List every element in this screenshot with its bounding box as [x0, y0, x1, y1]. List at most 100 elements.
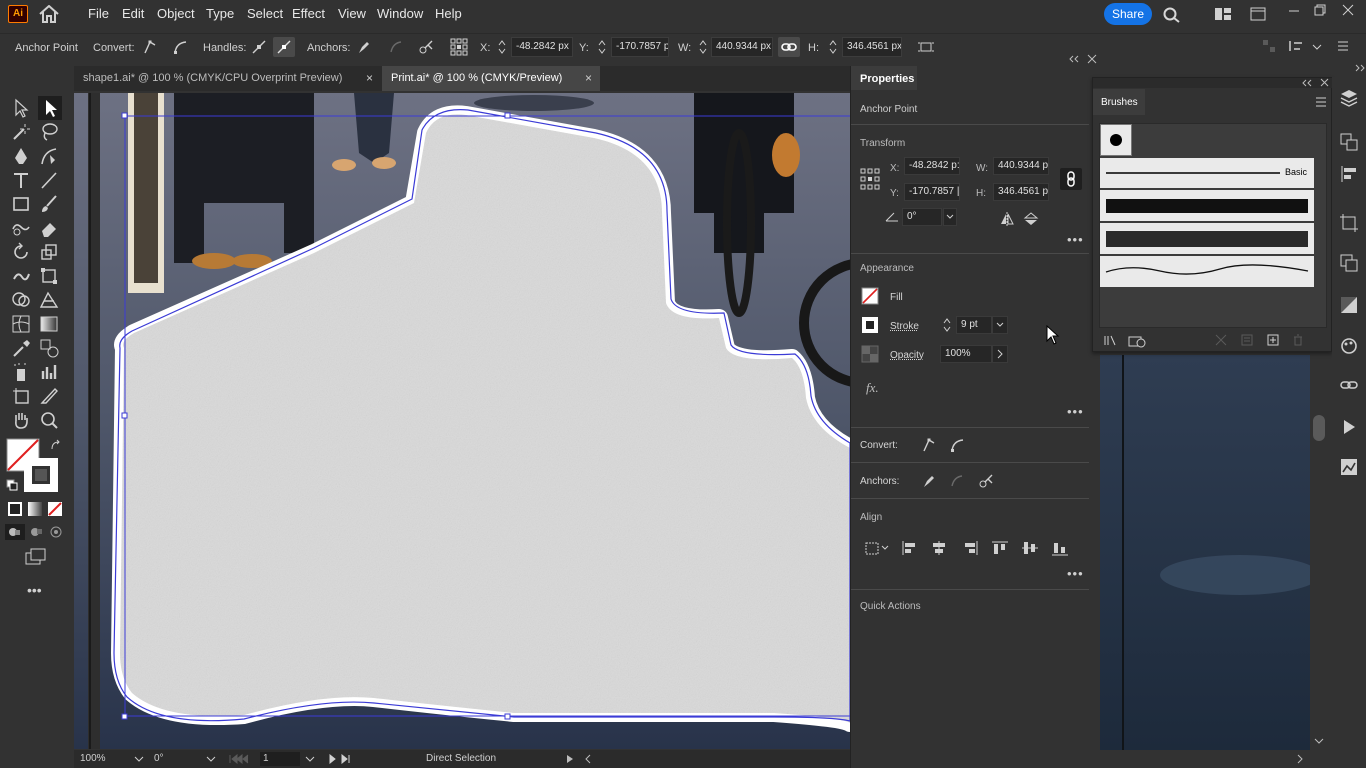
rotation-chevron-down-icon[interactable] [206, 755, 216, 763]
selection-tool-icon[interactable] [10, 97, 32, 119]
w-field[interactable]: 440.9344 px [711, 37, 773, 57]
home-icon[interactable] [38, 5, 60, 23]
draw-normal-icon[interactable] [5, 524, 25, 540]
cut-path-icon[interactable] [418, 39, 434, 55]
x-stepper-icon[interactable] [497, 39, 507, 55]
none-mode-icon[interactable] [47, 501, 63, 517]
scroll-right-icon[interactable] [1296, 754, 1304, 764]
rotate-tool-icon[interactable] [10, 241, 32, 263]
transform-y-field[interactable]: -170.7857 | [904, 183, 960, 201]
artboard-chevron-down-icon[interactable] [305, 755, 315, 763]
arrange-icon[interactable] [1288, 39, 1306, 53]
rotation-level[interactable]: 0° [154, 752, 204, 766]
opacity-chevron-right-icon[interactable] [992, 345, 1008, 363]
pen-tool-icon[interactable] [10, 145, 32, 167]
draw-inside-icon[interactable] [48, 524, 66, 540]
brush-chalk[interactable] [1100, 223, 1314, 254]
libraries-panel-icon[interactable] [1127, 334, 1147, 348]
flip-horizontal-icon[interactable] [999, 212, 1015, 226]
align-bottom-icon[interactable] [1051, 540, 1069, 556]
menu-edit[interactable]: Edit [122, 6, 144, 21]
transform-h-field[interactable]: 346.4561 p [993, 183, 1049, 201]
menu-effect[interactable]: Effect [292, 6, 325, 21]
links-icon[interactable] [1339, 375, 1359, 395]
curvature-tool-icon[interactable] [38, 145, 60, 167]
eyedropper-tool-icon[interactable] [10, 337, 32, 359]
stroke-weight-stepper-icon[interactable] [942, 317, 952, 333]
zoom-level[interactable]: 100% [80, 752, 132, 766]
transform-icon[interactable] [917, 39, 935, 55]
scrollbar-thumb[interactable] [1313, 415, 1325, 441]
default-fill-stroke-icon[interactable] [6, 479, 18, 491]
show-handles-icon[interactable] [251, 39, 267, 55]
new-brush-icon[interactable] [1267, 334, 1279, 346]
secondary-canvas-view[interactable] [1100, 355, 1310, 750]
edit-toolbar-icon[interactable]: ••• [27, 582, 42, 598]
y-stepper-icon[interactable] [597, 39, 607, 55]
fill-none-swatch[interactable] [861, 287, 879, 305]
brush-ink-line[interactable] [1100, 256, 1314, 287]
menu-window[interactable]: Window [377, 6, 423, 21]
scale-tool-icon[interactable] [38, 241, 60, 263]
eraser-tool-icon[interactable] [38, 217, 60, 239]
menu-type[interactable]: Type [206, 6, 234, 21]
stroke-weight-chevron-down-icon[interactable] [992, 316, 1008, 334]
shaper-tool-icon[interactable] [10, 217, 32, 239]
free-transform-tool-icon[interactable] [38, 265, 60, 287]
align-horizontal-center-icon[interactable] [930, 540, 948, 556]
arrange-chevron-down-icon[interactable] [1312, 43, 1322, 51]
w-stepper-icon[interactable] [698, 39, 708, 55]
brush-round-dot[interactable] [1100, 124, 1132, 156]
align-top-icon[interactable] [991, 540, 1009, 556]
horizontal-scrollbar[interactable] [1100, 750, 1310, 768]
shape-builder-tool-icon[interactable] [10, 289, 32, 311]
gradient-tool-icon[interactable] [38, 313, 60, 335]
brush-libraries-menu-icon[interactable] [1103, 334, 1119, 346]
brush-charcoal[interactable] [1100, 190, 1314, 221]
cut-path-icon[interactable] [978, 473, 994, 489]
brush-basic[interactable]: Basic [1100, 158, 1314, 188]
perspective-grid-tool-icon[interactable] [38, 289, 60, 311]
align-panel-icon[interactable] [1339, 164, 1359, 184]
slice-tool-icon[interactable] [38, 385, 60, 407]
tab-brushes[interactable]: Brushes [1093, 89, 1145, 115]
h-stepper-icon[interactable] [828, 39, 838, 55]
reference-point-icon[interactable] [450, 38, 468, 56]
hide-handles-icon[interactable] [273, 37, 295, 57]
arrange-documents-icon[interactable] [1214, 7, 1232, 21]
transparency-icon[interactable] [1339, 295, 1359, 315]
line-tool-icon[interactable] [38, 169, 60, 191]
opacity-label[interactable]: Opacity [890, 350, 924, 361]
control-bar-menu-icon[interactable] [1336, 39, 1350, 53]
type-tool-icon[interactable] [10, 169, 32, 191]
fx-effects-button[interactable]: fx. [866, 380, 879, 396]
transform-w-field[interactable]: 440.9344 p [993, 157, 1049, 175]
h-field[interactable]: 346.4561 px [842, 37, 902, 57]
draw-behind-icon[interactable] [28, 524, 46, 540]
tab-print[interactable]: Print.ai* @ 100 % (CMYK/Preview) × [382, 66, 600, 91]
hand-tool-icon[interactable] [10, 409, 32, 431]
convert-smooth-icon[interactable] [172, 39, 188, 55]
tab-shape1[interactable]: shape1.ai* @ 100 % (CMYK/CPU Overprint P… [74, 66, 382, 91]
artboard-tool-icon[interactable] [10, 385, 32, 407]
menu-file[interactable]: File [88, 6, 109, 21]
constrain-proportions-icon[interactable] [778, 37, 800, 57]
align-left-icon[interactable] [901, 540, 919, 556]
stroke-swatch[interactable] [23, 457, 59, 493]
paintbrush-tool-icon[interactable] [38, 193, 60, 215]
color-mode-icon[interactable] [7, 501, 23, 517]
gradient-mode-icon[interactable] [27, 501, 43, 517]
brushes-panel-header[interactable] [1093, 78, 1333, 88]
transform-panel-icon[interactable] [1339, 213, 1359, 233]
reference-point-icon[interactable] [860, 168, 880, 190]
pathfinder-icon[interactable] [1339, 253, 1359, 273]
remove-anchor-icon[interactable] [921, 473, 937, 489]
stroke-weight-field[interactable]: 9 pt [956, 316, 992, 334]
menu-object[interactable]: Object [157, 6, 195, 21]
transform-x-field[interactable]: -48.2842 p: [904, 157, 960, 175]
zoom-chevron-down-icon[interactable] [134, 755, 144, 763]
color-guide-icon[interactable] [1339, 335, 1359, 355]
align-more-options-icon[interactable]: ••• [1067, 566, 1084, 581]
brushes-menu-icon[interactable] [1315, 97, 1327, 107]
transform-more-options-icon[interactable]: ••• [1067, 232, 1084, 247]
